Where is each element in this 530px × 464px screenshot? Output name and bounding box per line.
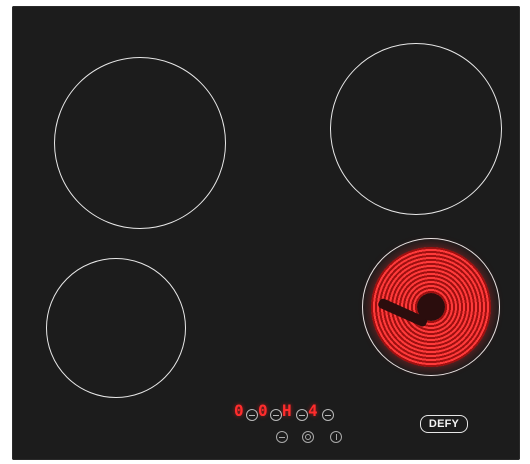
defy-logo: DEFY bbox=[420, 415, 468, 433]
zone-control-icon[interactable] bbox=[246, 409, 258, 421]
heating-element-core bbox=[417, 293, 445, 321]
front-left-cooking-zone[interactable] bbox=[46, 258, 186, 398]
rear-left-cooking-zone[interactable] bbox=[54, 57, 226, 229]
stage: 0 0 H 4 DEFY bbox=[0, 0, 530, 464]
heating-element-icon bbox=[371, 247, 491, 367]
display-digit-1: 0 bbox=[234, 401, 244, 420]
display-digit-2: 0 bbox=[258, 401, 268, 420]
zone-control-icon[interactable] bbox=[322, 409, 334, 421]
ceramic-hob-panel: 0 0 H 4 DEFY bbox=[12, 6, 520, 460]
power-icon[interactable] bbox=[330, 431, 342, 443]
rear-right-cooking-zone[interactable] bbox=[330, 43, 502, 215]
zone-control-icon[interactable] bbox=[270, 409, 282, 421]
front-right-cooking-zone-active[interactable] bbox=[362, 238, 500, 376]
display-digit-4: 4 bbox=[308, 401, 318, 420]
circle-icon[interactable] bbox=[302, 431, 314, 443]
touch-control-row: 0 0 H 4 bbox=[226, 398, 346, 428]
zone-control-icon[interactable] bbox=[296, 409, 308, 421]
minus-icon[interactable] bbox=[276, 431, 288, 443]
bottom-control-icons bbox=[276, 428, 356, 448]
display-digit-3: H bbox=[282, 401, 292, 420]
